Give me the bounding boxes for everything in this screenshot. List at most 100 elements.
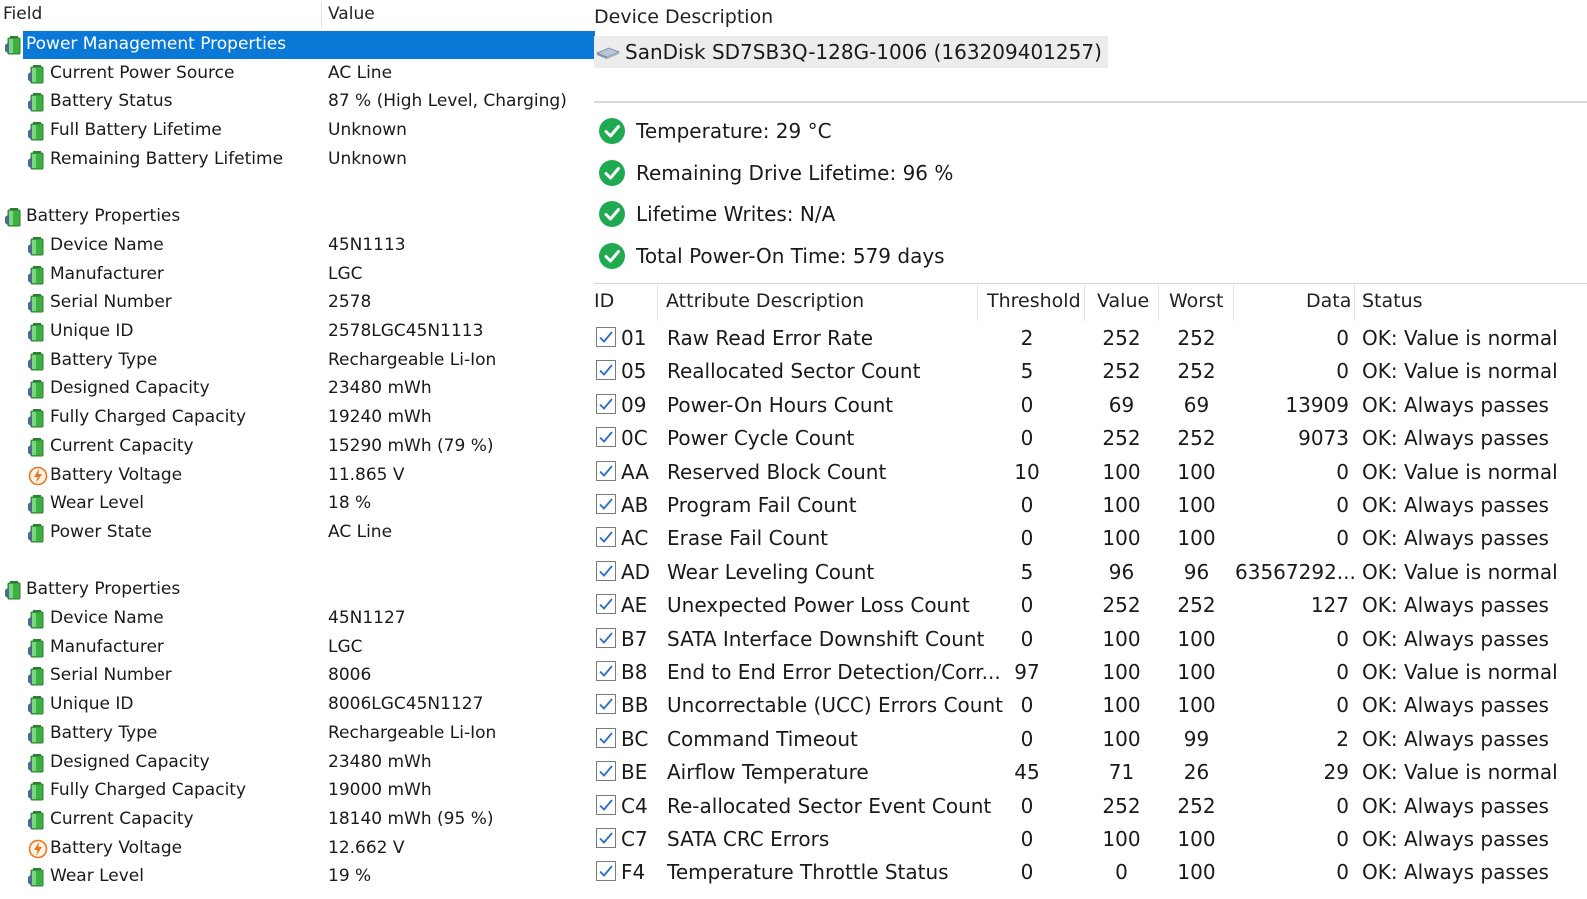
column-header-description[interactable]: Attribute Description <box>666 290 864 312</box>
tree-property-row[interactable]: Battery Type Rechargeable Li-Ion <box>0 719 597 748</box>
tree-property-row[interactable]: Serial Number 2578 <box>0 288 597 317</box>
column-header-threshold[interactable]: Threshold <box>987 290 1081 312</box>
tree-property-row[interactable]: Unique ID 8006LGC45N1127 <box>0 690 597 719</box>
current-value: 252 <box>1102 359 1141 384</box>
battery-icon <box>28 695 46 715</box>
row-checkbox[interactable] <box>596 861 616 882</box>
table-row[interactable]: 09 Power-On Hours Count 0 69 69 13909 OK: Alwa… <box>590 388 1587 421</box>
row-checkbox[interactable] <box>596 327 616 347</box>
tree-property-row[interactable]: Serial Number 8006 <box>0 661 597 690</box>
row-checkbox[interactable] <box>596 460 616 481</box>
row-checkbox[interactable] <box>596 828 616 848</box>
tree-property-row[interactable]: Unique ID 2578LGC45N1113 <box>0 317 597 346</box>
field-value: 12.662 V <box>328 837 405 858</box>
worst-value: 96 <box>1183 559 1210 584</box>
tree-property-row[interactable]: Designed Capacity 23480 mWh <box>0 748 597 777</box>
device-selector[interactable]: SanDisk SD7SB3Q-128G-1006 (163209401257) <box>594 36 1108 68</box>
tree-group-row[interactable]: Battery Properties <box>0 202 597 231</box>
column-header-data[interactable]: Data <box>1306 290 1351 312</box>
battery-icon <box>28 351 46 371</box>
column-header-value[interactable]: Value <box>1097 290 1149 312</box>
attribute-status: OK: Always passes <box>1362 793 1549 818</box>
row-checkbox[interactable] <box>596 594 616 615</box>
tree-property-row[interactable]: Fully Charged Capacity 19000 mWh <box>0 776 597 805</box>
row-checkbox[interactable] <box>596 794 616 815</box>
status-text: Remaining Drive Lifetime: 96 % <box>636 160 954 185</box>
tree-property-row[interactable]: Current Capacity 18140 mWh (95 %) <box>0 805 597 834</box>
tree-property-row[interactable]: Power State AC Line <box>0 518 597 547</box>
row-checkbox[interactable] <box>596 694 616 715</box>
table-row[interactable]: F4 Temperature Throttle Status 0 0 100 0 OK: A… <box>590 855 1587 888</box>
table-row[interactable]: B8 End to End Error Detection/Corr... 97 10… <box>590 655 1587 688</box>
tree-property-row[interactable]: Battery Type Rechargeable Li-Ion <box>0 346 597 375</box>
field-label: Manufacturer <box>50 636 164 657</box>
table-row[interactable]: AE Unexpected Power Loss Count 0 252 252 127 O… <box>590 588 1587 621</box>
row-checkbox[interactable] <box>596 427 616 448</box>
current-value: 100 <box>1102 459 1141 484</box>
attribute-status: OK: Always passes <box>1362 726 1549 751</box>
table-row[interactable]: AC Erase Fail Count 0 100 100 0 OK: Always pas… <box>590 521 1587 554</box>
tree-property-row[interactable]: Device Name 45N1113 <box>0 231 597 260</box>
attribute-status: OK: Value is normal <box>1362 660 1558 684</box>
table-row[interactable]: BE Airflow Temperature 45 71 26 29 OK: Value i… <box>590 755 1587 788</box>
tree-property-row[interactable]: Current Power Source AC Line <box>0 59 597 88</box>
tree-property-row[interactable]: Manufacturer LGC <box>0 260 597 289</box>
table-row[interactable]: AB Program Fail Count 0 100 100 0 OK: Always p… <box>590 488 1587 521</box>
tree-property-row[interactable]: Battery Voltage 12.662 V <box>0 834 597 863</box>
column-divider[interactable] <box>1354 285 1355 321</box>
row-checkbox[interactable] <box>596 360 616 381</box>
field-label: Battery Type <box>50 722 158 743</box>
table-row[interactable]: 05 Reallocated Sector Count 5 252 252 0 OK: Va… <box>590 354 1587 387</box>
tree-property-row[interactable]: Battery Voltage 11.865 V <box>0 461 597 490</box>
table-row[interactable]: AA Reserved Block Count 10 100 100 0 OK: Value… <box>590 455 1587 488</box>
table-row[interactable]: 0C Power Cycle Count 0 252 252 9073 OK: Always… <box>590 421 1587 454</box>
row-checkbox[interactable] <box>596 560 616 581</box>
row-checkbox[interactable] <box>596 527 616 548</box>
column-divider[interactable] <box>1084 285 1085 321</box>
column-divider[interactable] <box>657 285 658 321</box>
tree-property-row[interactable]: Current Capacity 15290 mWh (79 %) <box>0 432 597 461</box>
column-divider[interactable] <box>1158 285 1159 321</box>
field-label: Fully Charged Capacity <box>50 407 247 428</box>
tree-property-row[interactable]: Full Battery Lifetime Unknown <box>0 116 597 145</box>
worst-value: 100 <box>1177 493 1216 517</box>
column-header-divider[interactable] <box>321 2 322 28</box>
tree-property-row[interactable]: Remaining Battery Lifetime Unknown <box>0 145 597 174</box>
row-checkbox[interactable] <box>596 494 616 514</box>
tree-group-row[interactable]: Power Management Properties <box>0 30 597 59</box>
tree-property-row[interactable]: Wear Level 19 % <box>0 862 597 891</box>
raw-data-value: 0 <box>1336 793 1349 818</box>
column-divider[interactable] <box>977 285 978 321</box>
tree-property-row[interactable]: Fully Charged Capacity 19240 mWh <box>0 403 597 432</box>
column-header-value[interactable]: Value <box>328 4 375 24</box>
column-divider[interactable] <box>1233 285 1234 321</box>
table-row[interactable]: BC Command Timeout 0 100 99 2 OK: Always passe… <box>590 722 1587 755</box>
table-row[interactable]: 01 Raw Read Error Rate 2 252 252 0 OK: Value i… <box>590 321 1587 354</box>
tree-property-row[interactable]: Battery Status 87 % (High Level, Charging… <box>0 87 597 116</box>
row-checkbox[interactable] <box>596 627 616 648</box>
table-row[interactable]: BB Uncorrectable (UCC) Errors Count 0 100 10… <box>590 688 1587 721</box>
column-header-field[interactable]: Field <box>3 4 42 24</box>
table-row[interactable]: B7 SATA Interface Downshift Count 0 100 100 0… <box>590 622 1587 655</box>
table-row[interactable]: C4 Re-allocated Sector Event Count 0 252 252… <box>590 789 1587 822</box>
tree-property-row[interactable]: Designed Capacity 23480 mWh <box>0 374 597 403</box>
row-checkbox[interactable] <box>596 393 616 414</box>
tree-property-row[interactable]: Device Name 45N1127 <box>0 604 597 633</box>
table-row[interactable]: C7 SATA CRC Errors 0 100 100 0 OK: Always pass… <box>590 822 1587 855</box>
raw-data-value: 0 <box>1336 626 1349 651</box>
tree-group-row[interactable]: Battery Properties <box>0 575 597 604</box>
current-value: 100 <box>1102 626 1141 651</box>
tree-property-row[interactable]: Wear Level 18 % <box>0 489 597 518</box>
field-value: 23480 mWh <box>328 751 432 772</box>
column-header-worst[interactable]: Worst <box>1169 290 1223 312</box>
status-text: Temperature: 29 °C <box>636 119 832 143</box>
row-checkbox[interactable] <box>596 727 616 748</box>
tree-property-row[interactable]: Manufacturer LGC <box>0 633 597 662</box>
column-header-status[interactable]: Status <box>1362 290 1423 312</box>
column-header-id[interactable]: ID <box>594 290 614 312</box>
row-checkbox[interactable] <box>596 761 616 782</box>
table-row[interactable]: AD Wear Leveling Count 5 96 96 63567292... OK:… <box>590 555 1587 588</box>
attribute-id: B8 <box>621 660 648 684</box>
row-checkbox[interactable] <box>596 661 616 681</box>
battery-icon <box>28 379 46 399</box>
